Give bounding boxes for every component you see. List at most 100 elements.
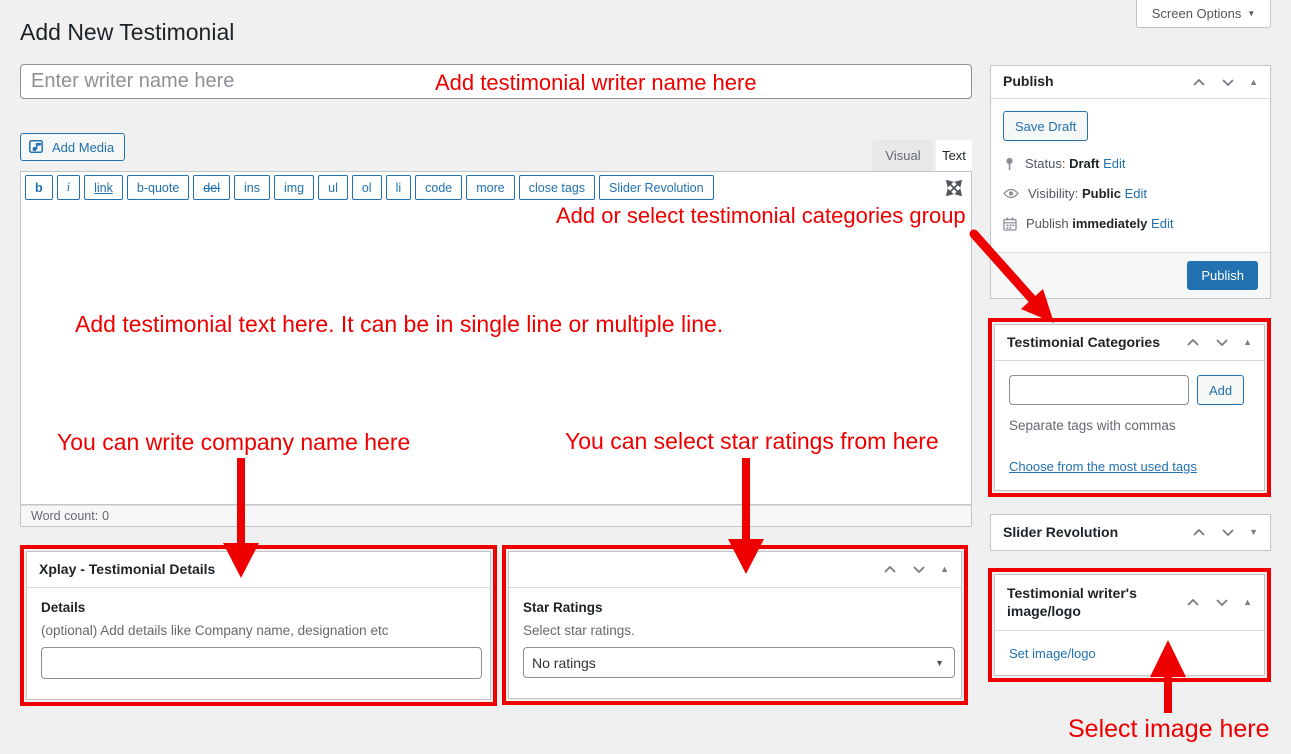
categories-hint: Separate tags with commas — [1009, 418, 1250, 433]
qt-italic-button[interactable]: i — [57, 175, 80, 200]
categories-header[interactable]: Testimonial Categories ▲ — [995, 325, 1264, 361]
testimonial-categories-panel: Testimonial Categories ▲ Add Separate ta… — [994, 324, 1265, 491]
calendar-icon — [1003, 217, 1017, 231]
qt-li-button[interactable]: li — [386, 175, 412, 200]
qt-link-button[interactable]: link — [84, 175, 123, 200]
writer-image-header[interactable]: Testimonial writer's image/logo ▲ — [995, 575, 1264, 631]
move-up-icon[interactable] — [1185, 597, 1201, 608]
toggle-panel-icon[interactable]: ▲ — [1243, 338, 1252, 347]
details-input[interactable] — [41, 647, 482, 679]
toggle-panel-icon[interactable]: ▲ — [1243, 598, 1252, 607]
add-category-button[interactable]: Add — [1197, 375, 1244, 405]
move-up-icon[interactable] — [1185, 337, 1201, 348]
schedule-value: immediately — [1072, 216, 1147, 231]
ratings-select[interactable]: No ratings ▼ — [523, 647, 955, 678]
testimonial-details-title: Xplay - Testimonial Details — [39, 561, 215, 579]
publishing-actions: Publish — [991, 252, 1270, 298]
qt-del-button[interactable]: del — [193, 175, 230, 200]
categories-title: Testimonial Categories — [1007, 334, 1160, 352]
annotation-company-name: You can write company name here — [57, 429, 410, 456]
publish-title: Publish — [1003, 73, 1054, 91]
page-title: Add New Testimonial — [20, 19, 234, 46]
toggle-panel-icon[interactable]: ▲ — [1249, 78, 1258, 87]
fullscreen-expand-icon[interactable] — [945, 179, 963, 197]
annotation-star-ratings: You can select star ratings from here — [565, 428, 939, 455]
qt-slider-revolution-button[interactable]: Slider Revolution — [599, 175, 714, 200]
categories-annotation-box: Testimonial Categories ▲ Add Separate ta… — [988, 318, 1271, 497]
details-annotation-box: Xplay - Testimonial Details Details (opt… — [20, 545, 497, 706]
chevron-down-icon: ▼ — [935, 658, 944, 668]
move-down-icon[interactable] — [1214, 337, 1230, 348]
chevron-down-icon: ▼ — [1247, 9, 1255, 18]
word-count-bar: Word count: 0 — [20, 505, 972, 527]
toggle-panel-icon[interactable]: ▼ — [1249, 528, 1258, 537]
save-draft-button[interactable]: Save Draft — [1003, 111, 1088, 141]
screen-options-label: Screen Options — [1152, 6, 1242, 21]
quicktags-toolbar: b i link b-quote del ins img ul ol li co… — [21, 172, 971, 203]
visibility-label: Visibility: — [1028, 186, 1078, 201]
annotation-writer-name: Add testimonial writer name here — [435, 70, 757, 96]
slider-revolution-title: Slider Revolution — [1003, 524, 1118, 542]
tab-text[interactable]: Text — [936, 140, 972, 171]
writer-image-panel: Testimonial writer's image/logo ▲ Set im… — [994, 574, 1265, 676]
slider-revolution-header[interactable]: Slider Revolution ▼ — [991, 515, 1270, 550]
status-row: Status: Draft Edit — [1003, 156, 1258, 171]
star-ratings-label: Star Ratings — [523, 600, 947, 615]
slider-revolution-panel: Slider Revolution ▼ — [990, 514, 1271, 551]
ratings-annotation-box: ▲ Star Ratings Select star ratings. No r… — [502, 545, 968, 705]
move-down-icon[interactable] — [1214, 597, 1230, 608]
visibility-row: Visibility: Public Edit — [1003, 186, 1258, 201]
qt-ul-button[interactable]: ul — [318, 175, 348, 200]
qt-close-tags-button[interactable]: close tags — [519, 175, 595, 200]
ratings-selected-option: No ratings — [532, 655, 596, 671]
qt-code-button[interactable]: code — [415, 175, 462, 200]
move-down-icon[interactable] — [1220, 77, 1236, 88]
add-new-testimonial-page: Screen Options ▼ Add New Testimonial Add… — [0, 0, 1291, 754]
qt-more-button[interactable]: more — [466, 175, 514, 200]
star-ratings-header[interactable]: ▲ — [509, 552, 961, 588]
edit-schedule-link[interactable]: Edit — [1151, 216, 1173, 231]
status-pin-icon — [1003, 157, 1016, 171]
move-up-icon[interactable] — [882, 564, 898, 575]
media-icon — [29, 140, 46, 154]
move-down-icon[interactable] — [1220, 527, 1236, 538]
edit-visibility-link[interactable]: Edit — [1125, 186, 1147, 201]
publish-button[interactable]: Publish — [1187, 261, 1258, 290]
testimonial-details-header[interactable]: Xplay - Testimonial Details — [27, 552, 490, 588]
move-up-icon[interactable] — [1191, 77, 1207, 88]
screen-options-button[interactable]: Screen Options ▼ — [1136, 0, 1271, 28]
schedule-label: Publish — [1026, 216, 1069, 231]
visibility-value: Public — [1082, 186, 1121, 201]
word-count-value: 0 — [102, 509, 109, 523]
add-media-button[interactable]: Add Media — [20, 133, 125, 161]
qt-bold-button[interactable]: b — [25, 175, 53, 200]
set-image-logo-link[interactable]: Set image/logo — [1009, 646, 1096, 661]
details-hint: (optional) Add details like Company name… — [41, 623, 476, 638]
add-category-input[interactable] — [1009, 375, 1189, 405]
annotation-select-image: Select image here — [1068, 715, 1270, 744]
edit-status-link[interactable]: Edit — [1103, 156, 1125, 171]
move-up-icon[interactable] — [1191, 527, 1207, 538]
qt-bquote-button[interactable]: b-quote — [127, 175, 189, 200]
qt-ins-button[interactable]: ins — [234, 175, 270, 200]
details-label: Details — [41, 600, 476, 615]
publish-header[interactable]: Publish ▲ — [991, 66, 1270, 99]
toggle-panel-icon[interactable]: ▲ — [940, 565, 949, 574]
visibility-eye-icon — [1003, 188, 1019, 199]
qt-img-button[interactable]: img — [274, 175, 314, 200]
status-value: Draft — [1069, 156, 1099, 171]
word-count-label: Word count: — [31, 509, 98, 523]
star-ratings-hint: Select star ratings. — [523, 623, 947, 638]
choose-most-used-tags-link[interactable]: Choose from the most used tags — [1009, 459, 1197, 474]
move-down-icon[interactable] — [911, 564, 927, 575]
status-label: Status: — [1025, 156, 1065, 171]
testimonial-details-panel: Xplay - Testimonial Details Details (opt… — [26, 551, 491, 700]
star-ratings-panel: ▲ Star Ratings Select star ratings. No r… — [508, 551, 962, 699]
writer-image-title: Testimonial writer's image/logo — [1007, 585, 1157, 620]
schedule-row: Publish immediately Edit — [1003, 216, 1258, 231]
add-media-label: Add Media — [52, 140, 114, 155]
publish-panel: Publish ▲ Save Draft Status: Draft Edit — [990, 65, 1271, 299]
qt-ol-button[interactable]: ol — [352, 175, 382, 200]
annotation-testimonial-text: Add testimonial text here. It can be in … — [75, 311, 723, 338]
tab-visual[interactable]: Visual — [872, 140, 934, 171]
